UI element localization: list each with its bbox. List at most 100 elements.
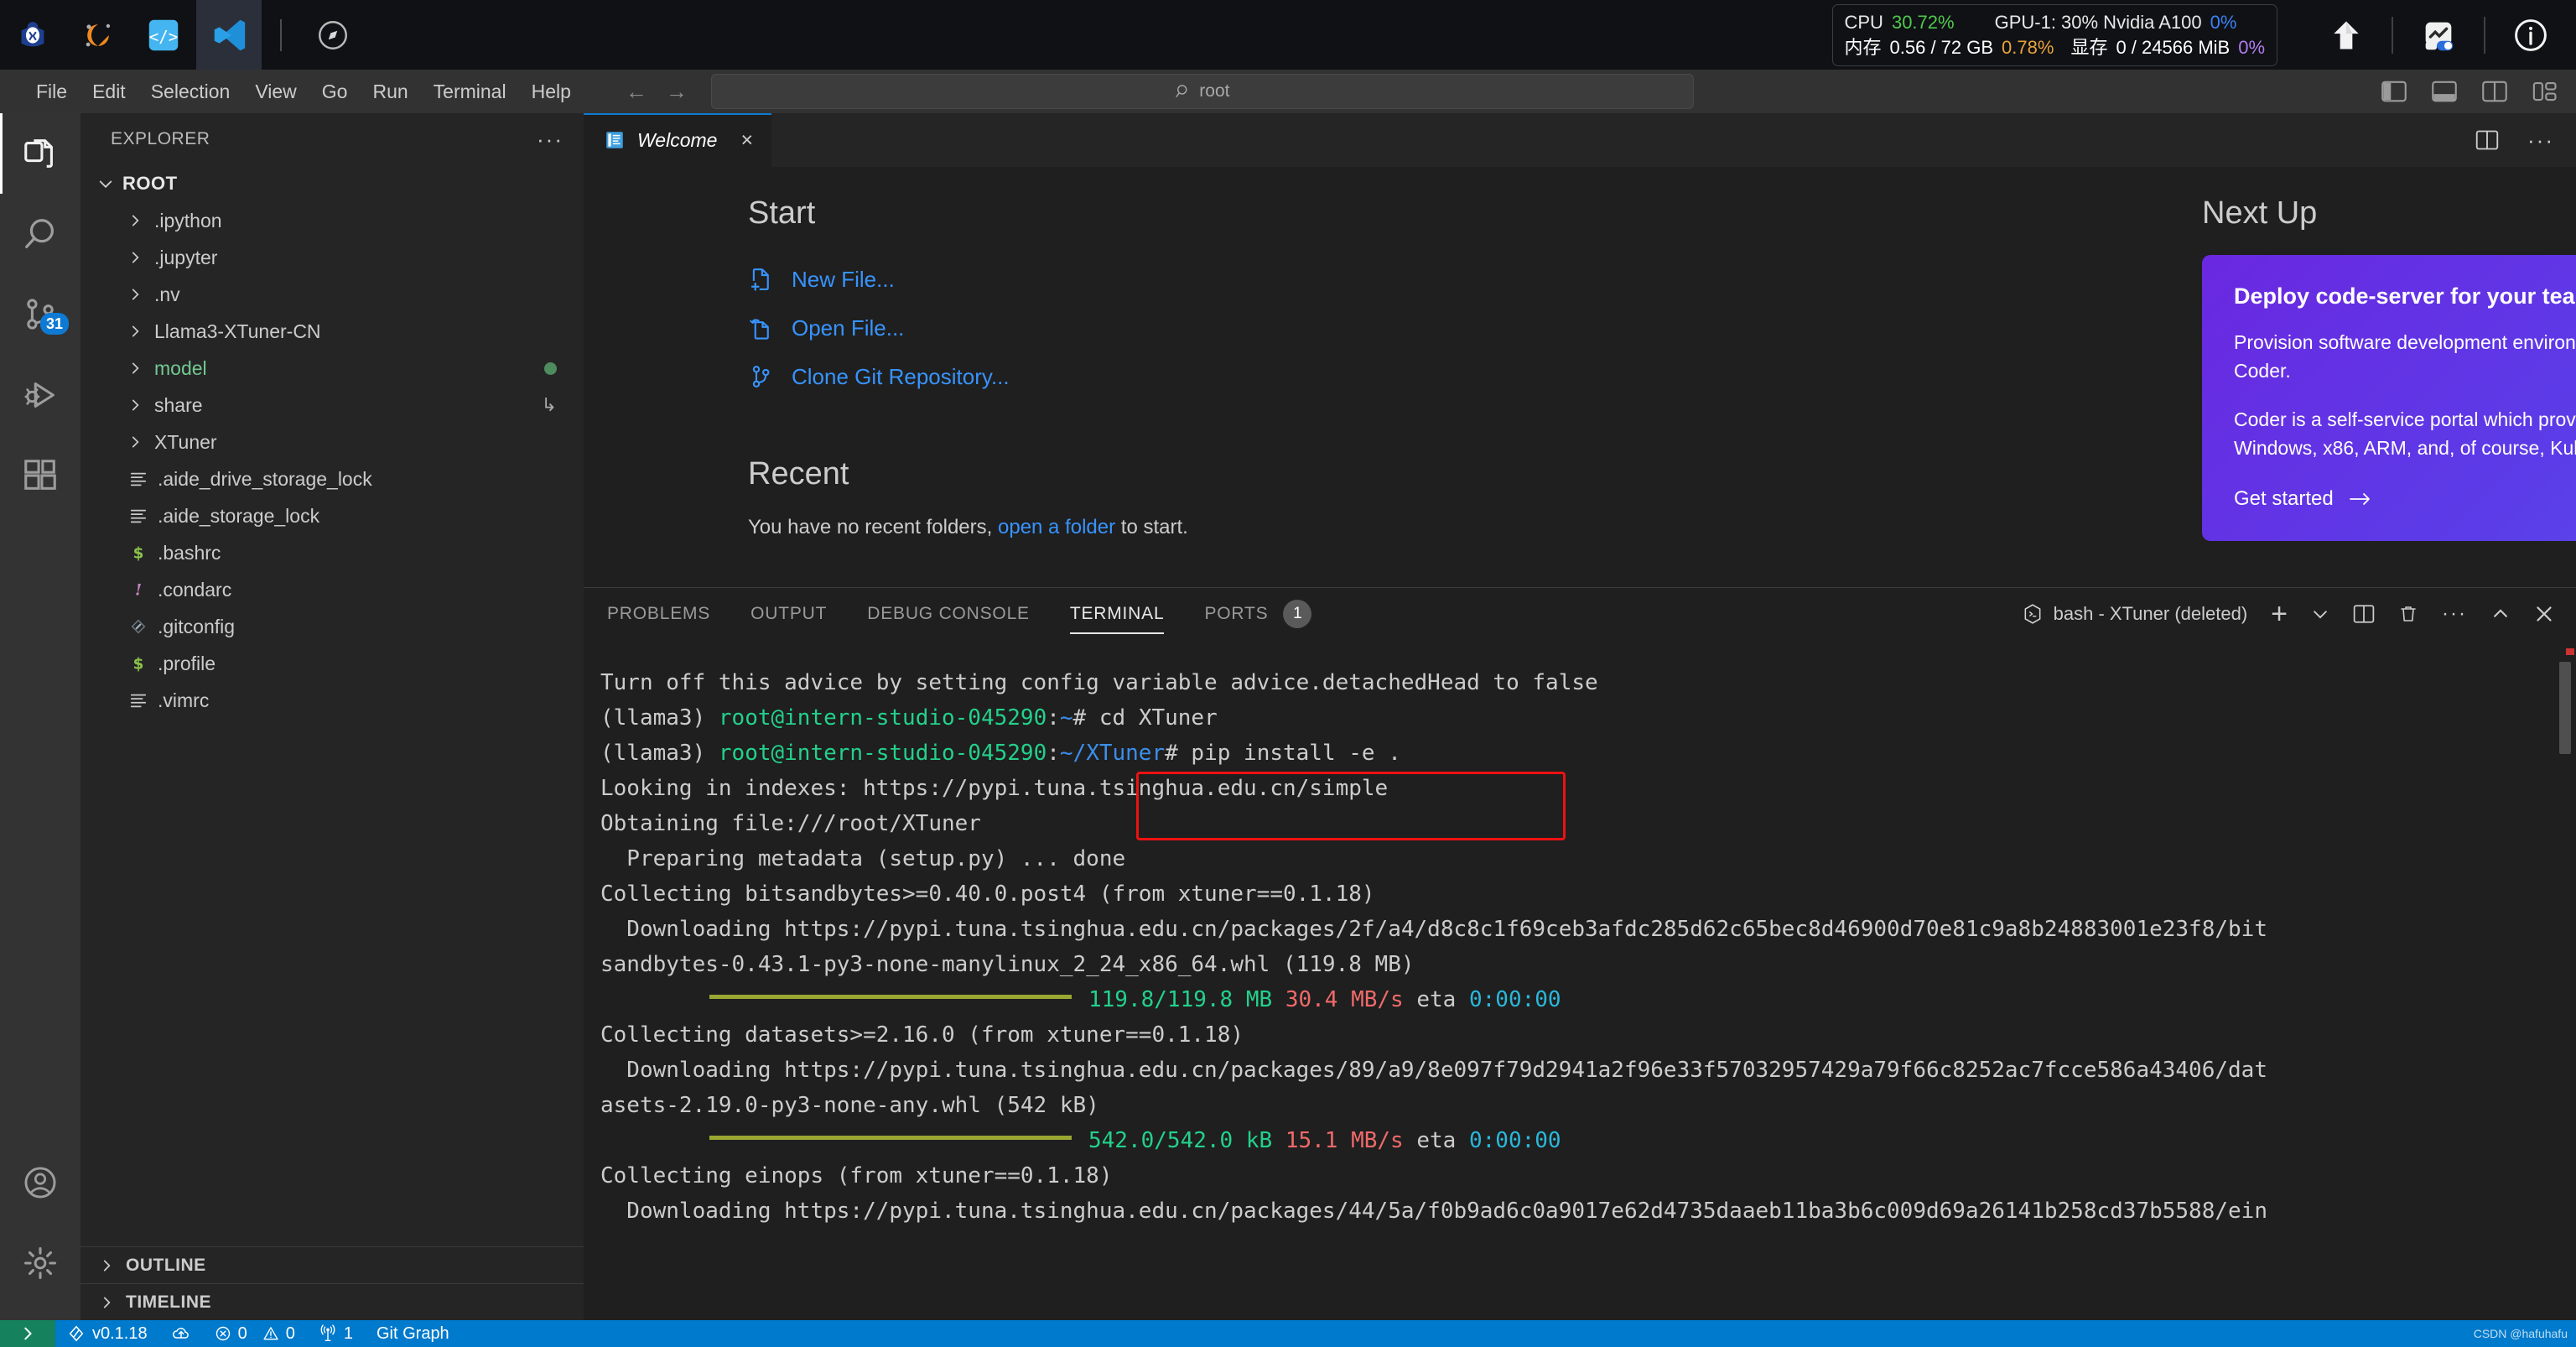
menu-view[interactable]: View [242, 75, 309, 108]
back-arrow-icon[interactable]: ← [626, 79, 647, 105]
status-sync[interactable] [159, 1320, 203, 1347]
menu-selection[interactable]: Selection [138, 75, 243, 108]
toggle-secondary-sidebar-icon[interactable] [2482, 81, 2507, 102]
status-problems[interactable]: 0 0 [203, 1320, 307, 1347]
coder-promo-card[interactable]: Deploy code-server for your team Provisi… [2202, 255, 2576, 541]
customize-layout-icon[interactable] [2532, 81, 2558, 102]
ports-count: 1 [343, 1324, 353, 1343]
tree-item-vimrc[interactable]: .vimrc [80, 682, 584, 719]
get-started-button[interactable]: Get started [2234, 487, 2576, 511]
menu-file[interactable]: File [23, 75, 80, 108]
tree-item-label: Llama3-XTuner-CN [154, 320, 321, 342]
tree-item-aide-drive-storage-lock[interactable]: .aide_drive_storage_lock [80, 460, 584, 497]
terminal-instance-label[interactable]: bash - XTuner (deleted) [2022, 603, 2247, 625]
remote-window-icon[interactable] [0, 1320, 55, 1347]
activitybar-item-run-and-debug[interactable] [0, 355, 80, 435]
vscode-logo[interactable] [196, 0, 262, 70]
close-icon[interactable]: × [740, 128, 753, 153]
terminal-output[interactable]: Turn off this advice by setting config v… [584, 640, 2576, 1321]
menu-run[interactable]: Run [360, 75, 420, 108]
explorer-more-actions-icon[interactable]: ··· [537, 127, 564, 153]
terminal-text: root@intern-studio-045290 [718, 741, 1047, 766]
sidebar-section-outline[interactable]: OUTLINE [80, 1246, 584, 1283]
more-actions-icon[interactable]: ··· [2527, 127, 2554, 153]
chevron-down-icon [97, 175, 116, 192]
terminal-decoration [2566, 648, 2574, 655]
terminal-line: sandbytes-0.43.1-py3-none-manylinux_2_24… [600, 947, 2576, 982]
menu-go[interactable]: Go [309, 75, 361, 108]
tree-item-profile[interactable]: $ .profile [80, 645, 584, 682]
toggle-primary-sidebar-icon[interactable] [2381, 81, 2407, 102]
open-file-label: Open File... [792, 315, 905, 341]
terminal-line: Turn off this advice by setting config v… [600, 665, 2576, 700]
activitybar-item-explorer[interactable] [0, 113, 80, 194]
activitybar-item-search[interactable] [0, 194, 80, 274]
tab-debug-console[interactable]: DEBUG CONSOLE [867, 588, 1030, 640]
tree-item-jupyter[interactable]: .jupyter [80, 239, 584, 276]
tree-item-xtuner[interactable]: XTuner [80, 424, 584, 460]
terminal-line: (llama3) root@intern-studio-045290:~/XTu… [600, 736, 2576, 771]
activitybar-item-extensions[interactable] [0, 435, 80, 516]
activitybar-item-settings[interactable] [0, 1223, 80, 1303]
terminal-text: Downloading https://pypi.tuna.tsinghua.e… [600, 1058, 2267, 1083]
explorer-header: EXPLORER ··· [80, 113, 584, 165]
conda-logo[interactable] [65, 0, 131, 70]
tree-item-model[interactable]: model [80, 350, 584, 387]
chevron-down-icon[interactable] [2311, 605, 2329, 623]
tree-item-aide-storage-lock[interactable]: .aide_storage_lock [80, 497, 584, 534]
tab-problems[interactable]: PROBLEMS [607, 588, 710, 640]
tree-item-condarc[interactable]: ! .condarc [80, 571, 584, 608]
activitybar-item-source-control[interactable]: 31 [0, 274, 80, 355]
tab-welcome[interactable]: Welcome × [584, 113, 773, 167]
intern-studio-logo[interactable] [0, 0, 65, 70]
tree-item-ipython[interactable]: .ipython [80, 202, 584, 239]
new-terminal-icon[interactable]: + [2271, 600, 2288, 628]
git-branch-icon [748, 364, 773, 389]
open-file-link[interactable]: Open File... [748, 304, 1587, 352]
kill-terminal-icon[interactable] [2398, 604, 2418, 624]
close-panel-icon[interactable] [2534, 604, 2554, 624]
radio-tower-icon [319, 1324, 337, 1343]
tab-terminal[interactable]: TERMINAL [1069, 588, 1165, 640]
mem-pct: 0.78% [2002, 36, 2054, 58]
maximize-panel-icon[interactable] [2490, 605, 2511, 623]
status-ports[interactable]: 1 [307, 1320, 365, 1347]
split-editor-icon[interactable] [2475, 129, 2499, 151]
menu-terminal[interactable]: Terminal [421, 75, 519, 108]
tree-item-share[interactable]: share ↳ [80, 387, 584, 424]
upload-icon[interactable] [2323, 12, 2370, 59]
compass-logo[interactable] [300, 0, 366, 70]
code-brackets-logo[interactable]: </> [131, 0, 196, 70]
info-icon[interactable] [2507, 12, 2554, 59]
tree-item-gitconfig[interactable]: .gitconfig [80, 608, 584, 645]
terminal-text: Collecting datasets>=2.16.0 (from xtuner… [600, 1022, 1244, 1048]
menu-edit[interactable]: Edit [80, 75, 138, 108]
monitor-toggle-icon[interactable] [2415, 12, 2462, 59]
tree-item-nv[interactable]: .nv [80, 276, 584, 313]
activitybar-item-accounts[interactable] [0, 1142, 80, 1223]
open-a-folder-link[interactable]: open a folder [998, 516, 1115, 538]
more-actions-icon[interactable]: ··· [2442, 602, 2467, 626]
split-terminal-icon[interactable] [2353, 604, 2375, 624]
tab-ports[interactable]: PORTS [1204, 588, 1268, 640]
tab-output[interactable]: OUTPUT [750, 588, 827, 640]
sidebar-section-timeline[interactable]: TIMELINE [80, 1283, 584, 1320]
terminal-scrollbar[interactable] [2559, 662, 2571, 754]
tree-item-bashrc[interactable]: $ .bashrc [80, 534, 584, 571]
toggle-panel-icon[interactable] [2432, 81, 2457, 102]
open-file-icon [748, 315, 773, 341]
terminal-text: eta [1403, 987, 1469, 1012]
tree-root-row[interactable]: ROOT [80, 165, 584, 202]
menu-help[interactable]: Help [519, 75, 584, 108]
terminal-text: Obtaining file:///root/XTuner [600, 811, 981, 836]
forward-arrow-icon[interactable]: → [666, 79, 688, 105]
new-file-link[interactable]: New File... [748, 255, 1587, 304]
terminal-text: (llama3) [600, 741, 719, 766]
status-version[interactable]: v0.1.18 [55, 1320, 159, 1347]
status-git-graph[interactable]: Git Graph [365, 1320, 461, 1347]
mem-label: 内存 [1844, 36, 1882, 58]
tree-item-llama3-xtuner-cn[interactable]: Llama3-XTuner-CN [80, 313, 584, 350]
terminal-line: Collecting bitsandbytes>=0.40.0.post4 (f… [600, 876, 2576, 912]
clone-git-repository-link[interactable]: Clone Git Repository... [748, 352, 1587, 401]
search-input[interactable]: root [710, 74, 1694, 109]
